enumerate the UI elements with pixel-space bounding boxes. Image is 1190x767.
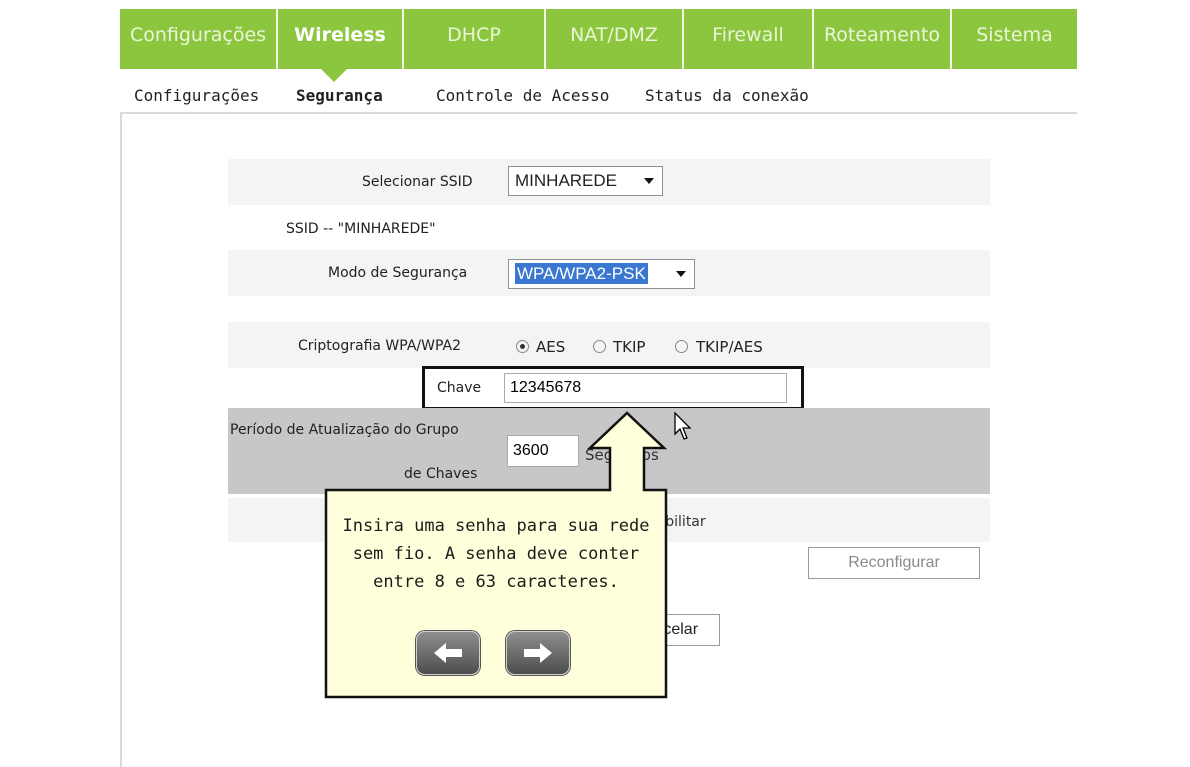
tutorial-prev-button[interactable]	[416, 631, 480, 675]
arrow-right-icon	[524, 643, 552, 663]
security-mode-value: WPA/WPA2-PSK	[515, 263, 648, 284]
active-tab-pointer	[321, 69, 347, 82]
subnav-configuracoes[interactable]: Configurações	[134, 86, 259, 105]
reconfigure-button[interactable]: Reconfigurar	[808, 547, 980, 579]
subnav-status-da-conexao[interactable]: Status da conexão	[645, 86, 809, 105]
tab-sistema[interactable]: Sistema	[952, 9, 1077, 69]
radio-tkip-label: TKIP	[613, 338, 646, 356]
subnav-seguranca[interactable]: Segurança	[296, 86, 383, 105]
radio-aes-label: AES	[536, 338, 566, 356]
sub-nav: Configurações Segurança Controle de Aces…	[120, 86, 1077, 112]
select-ssid-label: Selecionar SSID	[362, 174, 473, 190]
security-mode-select[interactable]: WPA/WPA2-PSK	[508, 259, 695, 289]
ssid-heading: SSID -- "MINHAREDE"	[286, 221, 436, 237]
ssid-select-value: MINHAREDE	[515, 171, 618, 190]
group-period-unit: Segundos	[585, 446, 659, 464]
cancel-button[interactable]: Cancelar	[612, 614, 720, 646]
subnav-controle-de-acesso[interactable]: Controle de Acesso	[436, 86, 609, 105]
tab-configuracoes[interactable]: Configurações	[120, 9, 278, 69]
ssid-select[interactable]: MINHAREDE	[508, 166, 663, 196]
main-nav: Configurações Wireless DHCP NAT/DMZ Fire…	[120, 9, 1077, 69]
tutorial-next-button[interactable]	[506, 631, 570, 675]
encryption-label: Criptografia WPA/WPA2	[298, 338, 461, 354]
tab-dhcp[interactable]: DHCP	[404, 9, 546, 69]
arrow-left-icon	[434, 643, 462, 663]
radio-aes[interactable]	[516, 340, 529, 353]
radio-tkip-aes-label: TKIP/AES	[696, 338, 763, 356]
group-period-input[interactable]	[507, 435, 579, 467]
tab-firewall[interactable]: Firewall	[684, 9, 814, 69]
tutorial-text: Insira uma senha para sua rede sem fio. …	[342, 516, 650, 592]
tab-nat-dmz[interactable]: NAT/DMZ	[546, 9, 684, 69]
tab-wireless[interactable]: Wireless	[278, 9, 404, 69]
radio-tkip[interactable]	[593, 340, 606, 353]
chevron-down-icon	[676, 271, 686, 277]
key-highlight-frame	[422, 366, 804, 410]
chevron-down-icon	[644, 178, 654, 184]
mouse-cursor-icon	[674, 412, 692, 440]
group-period-label-2: de Chaves	[404, 466, 478, 482]
security-mode-label: Modo de Segurança	[328, 265, 468, 281]
group-period-label: Período de Atualização do Grupo	[230, 422, 459, 438]
tab-roteamento[interactable]: Roteamento	[814, 9, 952, 69]
radio-tkip-aes[interactable]	[675, 340, 688, 353]
